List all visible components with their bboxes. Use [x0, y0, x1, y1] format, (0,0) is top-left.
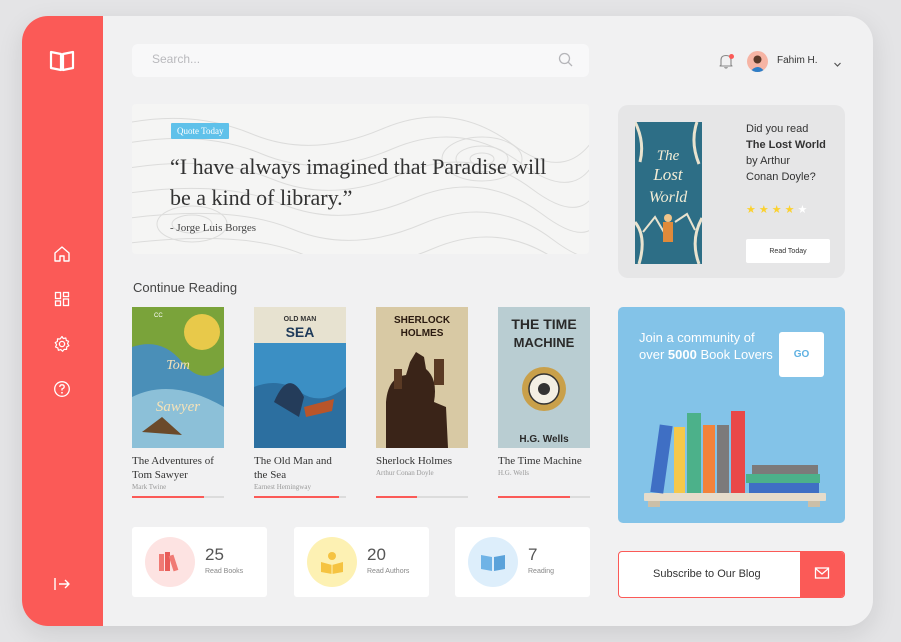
sidebar: [22, 16, 103, 626]
svg-text:THE TIME: THE TIME: [511, 316, 576, 332]
recommendation-text: Did you read The Lost World by Arthur Co…: [746, 121, 836, 185]
book-author: Arthur Conan Doyle: [376, 469, 434, 477]
svg-text:Tom: Tom: [166, 358, 190, 373]
featured-book-cover[interactable]: The Lost World: [635, 122, 702, 264]
svg-text:CC: CC: [154, 313, 163, 319]
stat-card-reading: 7 Reading: [455, 527, 590, 597]
star-icon: ★: [771, 204, 785, 216]
stat-value: 25: [205, 545, 224, 564]
home-icon[interactable]: [49, 241, 75, 267]
chevron-down-icon[interactable]: [833, 56, 842, 74]
rec-book-title[interactable]: The Lost World: [746, 137, 836, 153]
book-cover[interactable]: SHERLOCK HOLMES: [376, 307, 468, 448]
book-title[interactable]: The Adventures of Tom Sawyer: [132, 454, 224, 482]
star-icon: ★: [797, 204, 811, 216]
star-icon: ★: [784, 204, 798, 216]
mail-icon: [814, 566, 830, 583]
read-today-button[interactable]: Read Today: [746, 239, 830, 263]
user-name[interactable]: Fahim H.: [777, 55, 818, 66]
stat-label: Reading: [528, 568, 555, 575]
open-book-icon: [468, 537, 518, 587]
progress-bar: [376, 496, 468, 498]
settings-gear-icon[interactable]: [49, 331, 75, 357]
reader-icon: [307, 537, 357, 587]
book-card[interactable]: Tom Sawyer CC The Adventures of Tom Sawy…: [132, 307, 224, 498]
book-author: Mark Twine: [132, 483, 167, 491]
avatar[interactable]: [747, 51, 768, 72]
stat-label: Read Authors: [367, 568, 410, 575]
svg-text:Lost: Lost: [652, 165, 684, 184]
book-cover[interactable]: Tom Sawyer CC: [132, 307, 224, 448]
notification-dot: [729, 54, 734, 59]
quote-text: “I have always imagined that Paradise wi…: [170, 154, 547, 210]
book-author: H.G. Wells: [498, 469, 530, 477]
svg-text:OLD MAN: OLD MAN: [284, 316, 317, 323]
book-cover[interactable]: OLD MAN SEA: [254, 307, 346, 448]
svg-text:SHERLOCK: SHERLOCK: [394, 315, 451, 326]
subscribe-label[interactable]: Subscribe to Our Blog: [653, 568, 761, 580]
svg-text:H.G. Wells: H.G. Wells: [519, 434, 569, 445]
book-title[interactable]: The Old Man and the Sea: [254, 454, 346, 482]
svg-text:MACHINE: MACHINE: [514, 335, 575, 350]
svg-text:The: The: [657, 148, 680, 164]
stat-card-read-authors: 20 Read Authors: [294, 527, 429, 597]
rec-line-1: Did you read: [746, 123, 809, 135]
book-title[interactable]: The Time Machine: [498, 454, 590, 468]
help-icon[interactable]: [49, 376, 75, 402]
continue-reading-title: Continue Reading: [133, 280, 238, 295]
logo-book-icon[interactable]: [49, 48, 75, 74]
search-bar: [132, 44, 589, 77]
recommendation-card: The Lost World Did you read The Lost Wor…: [618, 105, 845, 278]
star-icon: ★: [758, 204, 772, 216]
stat-card-read-books: 25 Read Books: [132, 527, 267, 597]
star-icon: ★: [746, 204, 759, 216]
rating-stars: ★★★★★: [746, 203, 810, 216]
rec-line-4: Conan Doyle?: [746, 171, 816, 183]
book-author: Earnest Hemingway: [254, 483, 311, 491]
community-card: Join a community of over 5000 Book Lover…: [618, 307, 845, 523]
progress-bar: [132, 496, 224, 498]
stat-value: 7: [528, 545, 538, 564]
rec-line-3: by Arthur: [746, 155, 791, 167]
stat-label: Read Books: [205, 568, 244, 575]
book-card[interactable]: THE TIME MACHINE H.G. Wells The Time Mac…: [498, 307, 590, 498]
bookshelf-illustration: [644, 411, 826, 507]
book-card[interactable]: SHERLOCK HOLMES Sherlock Holmes Arthur C…: [376, 307, 468, 498]
book-cover[interactable]: THE TIME MACHINE H.G. Wells: [498, 307, 590, 448]
dashboard-icon[interactable]: [49, 286, 75, 312]
quote-author: - Jorge Luis Borges: [170, 222, 257, 234]
stat-value: 20: [367, 545, 386, 564]
quote-card: Quote Today “I have always imagined that…: [132, 104, 589, 254]
search-icon[interactable]: [558, 52, 573, 72]
subscribe-box[interactable]: Subscribe to Our Blog: [618, 551, 845, 598]
quote-tag: Quote Today: [171, 123, 230, 139]
books-icon: [145, 537, 195, 587]
svg-text:Sawyer: Sawyer: [156, 399, 200, 415]
book-card[interactable]: OLD MAN SEA The Old Man and the Sea Earn…: [254, 307, 346, 498]
progress-bar: [254, 496, 346, 498]
book-title[interactable]: Sherlock Holmes: [376, 454, 468, 468]
progress-bar: [498, 496, 590, 498]
svg-text:SEA: SEA: [286, 324, 315, 340]
search-input[interactable]: [152, 52, 532, 66]
svg-text:HOLMES: HOLMES: [401, 328, 444, 339]
logout-icon[interactable]: [49, 571, 75, 597]
subscribe-button[interactable]: [800, 552, 844, 597]
app-frame: Fahim H. Quote Today “I have always imag…: [22, 16, 873, 626]
svg-text:World: World: [649, 189, 689, 206]
